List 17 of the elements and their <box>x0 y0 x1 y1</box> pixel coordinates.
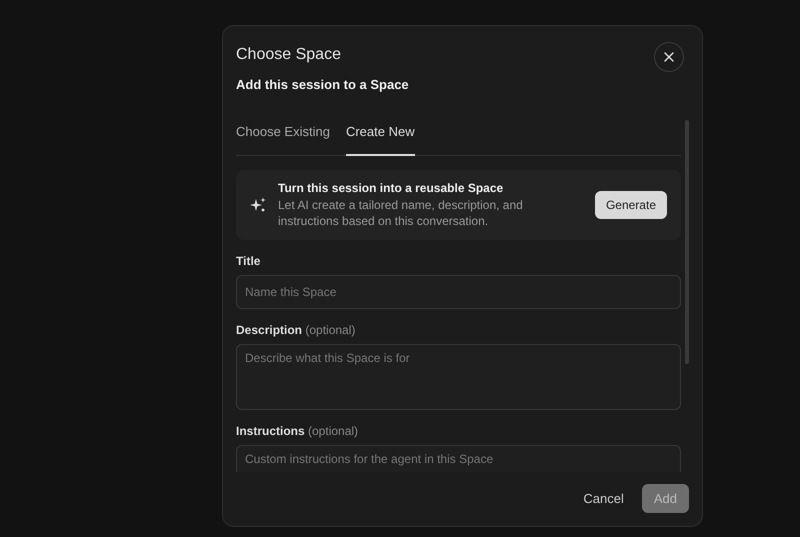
tab[interactable]: Create New <box>346 118 415 156</box>
field-label: Description (optional) <box>236 323 356 337</box>
generate-button[interactable]: Generate <box>594 191 667 219</box>
card-description: Let AI create a tailored name, description, and instructions based on this conversation. <box>278 197 524 229</box>
field-label: Title <box>236 254 262 268</box>
close-button[interactable] <box>654 42 684 72</box>
close-icon <box>664 52 674 62</box>
card-title: Turn this session into a reusable Space <box>278 181 504 195</box>
tab[interactable]: Choose Existing <box>236 118 330 156</box>
text-area[interactable]: Custom instructions for the agent in this Space <box>236 445 681 472</box>
dialog-title: Choose Space <box>236 46 341 64</box>
dialog-subtitle: Add this session to a Space <box>236 77 410 92</box>
sparkle-icon <box>250 197 266 213</box>
input-field[interactable]: Name this Space <box>236 275 681 309</box>
cancel-button[interactable]: Cancel <box>583 485 624 512</box>
field-label: Instructions (optional) <box>236 424 360 438</box>
text-area[interactable]: Describe what this Space is for <box>236 344 681 410</box>
